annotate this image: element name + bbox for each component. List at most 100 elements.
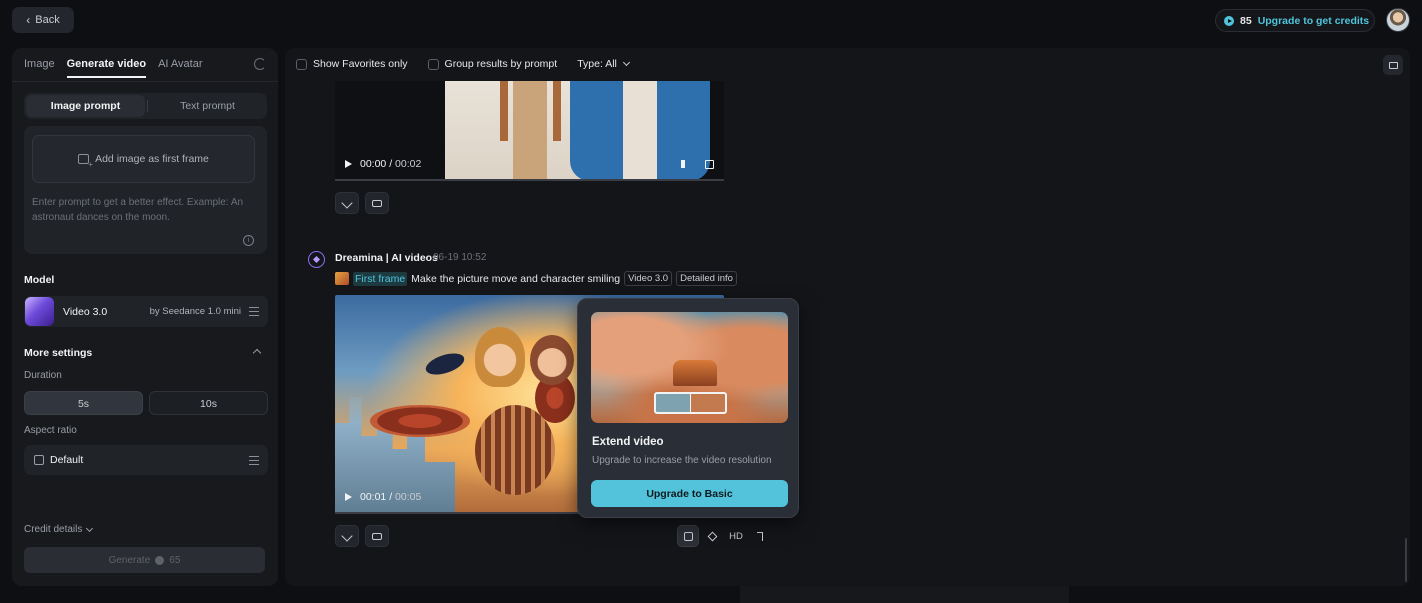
back-button[interactable]: ‹ Back xyxy=(12,7,74,33)
video-thumbnail xyxy=(445,81,710,181)
first-frame-label[interactable]: First frame xyxy=(353,271,408,286)
credit-details-label: Credit details xyxy=(24,524,83,535)
prompt-box: Add image as first frame Enter prompt to… xyxy=(24,126,267,254)
model-tag: Video 3.0 xyxy=(624,271,673,286)
regenerate-button[interactable] xyxy=(365,525,389,547)
left-panel: Image Generate video AI Avatar Image pro… xyxy=(12,48,278,586)
edit-icon xyxy=(341,530,353,542)
duration: 00:05 xyxy=(395,491,422,503)
credit-details-toggle[interactable]: Credit details xyxy=(24,524,94,535)
entry-prompt: Make the picture move and character smil… xyxy=(411,272,621,285)
add-image-icon xyxy=(78,154,93,169)
sliders-icon xyxy=(249,455,259,465)
info-icon[interactable]: i xyxy=(243,235,254,246)
train-figure xyxy=(673,360,717,386)
model-provider: by Seedance 1.0 mini xyxy=(149,306,241,317)
add-music-button[interactable] xyxy=(749,525,771,547)
prompt-input[interactable]: Enter prompt to get a better effect. Exa… xyxy=(32,195,257,225)
credits-count: 85 xyxy=(1240,14,1252,27)
duration: 00:02 xyxy=(395,158,422,170)
diamond-icon xyxy=(707,531,717,541)
favorites-label[interactable]: Show Favorites only xyxy=(313,58,408,70)
bird-figure xyxy=(423,349,467,379)
duration-5s-button[interactable]: 5s xyxy=(24,391,143,415)
popover-description: Upgrade to increase the video resolution xyxy=(592,455,772,466)
fullscreen-icon[interactable] xyxy=(705,160,714,169)
detailed-info-tag[interactable]: Detailed info xyxy=(676,271,737,286)
image-prompt-option[interactable]: Image prompt xyxy=(26,95,145,117)
regenerate-button[interactable] xyxy=(365,192,389,214)
propeller-left xyxy=(370,405,470,437)
tab-image[interactable]: Image xyxy=(24,58,55,78)
aspect-ratio-selector[interactable]: Default xyxy=(24,445,268,475)
play-icon[interactable] xyxy=(345,493,352,501)
sliders-icon[interactable] xyxy=(249,307,259,316)
generate-cost: 65 xyxy=(169,554,181,566)
prompt-mode-toggle: Image prompt Text prompt xyxy=(24,93,267,119)
aspect-ratio-label: Aspect ratio xyxy=(24,425,77,436)
aspect-ratio-value: Default xyxy=(50,454,84,466)
aspect-square-icon xyxy=(34,455,44,465)
extend-video-button[interactable] xyxy=(677,525,699,547)
add-first-frame-button[interactable]: Add image as first frame xyxy=(32,135,255,183)
backpack-strap xyxy=(553,81,561,141)
folder-icon xyxy=(1388,61,1398,69)
character-boy xyxy=(530,335,574,385)
frame-strip xyxy=(654,392,727,414)
favorites-checkbox[interactable] xyxy=(296,58,307,70)
chevron-up-icon[interactable] xyxy=(252,348,262,358)
video-tools: HD xyxy=(677,525,771,547)
results-panel: Show Favorites only Group results by pro… xyxy=(285,48,1410,586)
chevron-down-icon[interactable] xyxy=(622,58,630,67)
interpolate-button[interactable] xyxy=(701,525,723,547)
edit-button[interactable] xyxy=(335,525,359,547)
edit-button[interactable] xyxy=(335,192,359,214)
play-icon[interactable] xyxy=(345,160,352,168)
credits-pill[interactable]: 85 Upgrade to get credits xyxy=(1215,9,1375,32)
extend-icon xyxy=(683,531,693,541)
duration-10s-button[interactable]: 10s xyxy=(149,391,268,415)
backpack-strap xyxy=(500,81,508,141)
hd-button[interactable]: HD xyxy=(725,525,747,547)
type-filter[interactable]: Type: All xyxy=(577,58,617,70)
chevron-down-icon xyxy=(86,524,94,532)
upgrade-credits-link[interactable]: Upgrade to get credits xyxy=(1258,15,1369,27)
generate-label: Generate xyxy=(108,554,151,566)
text-prompt-option[interactable]: Text prompt xyxy=(148,100,267,112)
mode-tabs: Image Generate video AI Avatar xyxy=(24,58,203,78)
popover-title: Extend video xyxy=(592,436,664,448)
model-selector[interactable]: Video 3.0 by Seedance 1.0 mini xyxy=(24,296,268,327)
edit-icon xyxy=(341,197,353,209)
folder-button[interactable] xyxy=(1383,55,1403,75)
progress-bar[interactable] xyxy=(335,179,724,181)
group-label[interactable]: Group results by prompt xyxy=(445,58,558,70)
more-settings-label[interactable]: More settings xyxy=(24,347,92,359)
credit-coin-icon xyxy=(1224,15,1234,26)
video-time: 00:01 / 00:05 xyxy=(345,491,421,503)
add-first-frame-label: Add image as first frame xyxy=(95,153,209,165)
reset-icon[interactable] xyxy=(254,58,266,70)
upgrade-to-basic-button[interactable]: Upgrade to Basic xyxy=(591,480,788,507)
chevron-left-icon: ‹ xyxy=(26,13,31,27)
entry-timestamp: 06-19 10:52 xyxy=(433,252,487,263)
model-name: Video 3.0 xyxy=(63,305,108,318)
bottom-strip xyxy=(740,586,1069,603)
extend-video-preview xyxy=(591,312,788,423)
avatar[interactable] xyxy=(1386,8,1410,32)
dreamina-logo-icon xyxy=(308,251,325,268)
tab-generate-video[interactable]: Generate video xyxy=(66,58,147,78)
model-thumbnail xyxy=(25,297,54,326)
generate-button[interactable]: Generate 65 xyxy=(24,547,265,573)
duration-label: Duration xyxy=(24,370,62,381)
extend-video-popover: Extend video Upgrade to increase the vid… xyxy=(577,298,799,518)
divider xyxy=(12,81,278,82)
group-checkbox[interactable] xyxy=(427,58,439,70)
scrollbar[interactable] xyxy=(1405,538,1407,582)
back-label: Back xyxy=(35,14,60,26)
volume-icon[interactable] xyxy=(681,160,690,168)
video-player-1[interactable]: 00:00 / 00:02 xyxy=(335,81,724,181)
first-frame-thumbnail[interactable] xyxy=(335,272,349,285)
tab-ai-avatar[interactable]: AI Avatar xyxy=(158,58,202,78)
current-time: 00:01 xyxy=(360,491,387,503)
regenerate-icon xyxy=(372,199,382,207)
